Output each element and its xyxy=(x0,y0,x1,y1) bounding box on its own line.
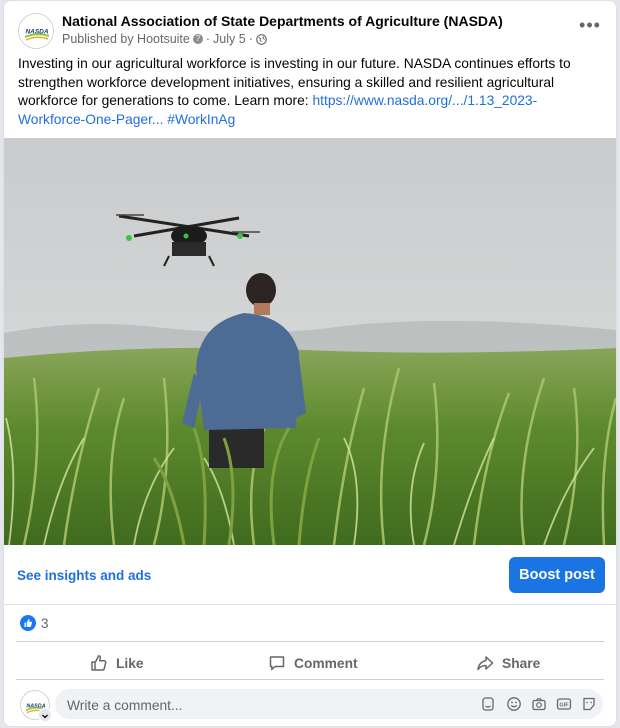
post-card: NASDA National Association of State Depa… xyxy=(3,0,617,727)
comment-input[interactable] xyxy=(65,689,469,721)
like-button[interactable]: Like xyxy=(90,649,144,677)
info-icon[interactable]: ? xyxy=(192,34,203,44)
see-insights-link[interactable]: See insights and ads xyxy=(17,568,151,583)
emoji-icon[interactable] xyxy=(506,696,522,712)
divider xyxy=(16,679,604,680)
post-date[interactable]: July 5 xyxy=(213,32,246,46)
post-text: Investing in our agricultural workforce … xyxy=(18,55,604,129)
comment-button[interactable]: Comment xyxy=(268,649,358,677)
share-label: Share xyxy=(502,655,541,671)
post-image[interactable] xyxy=(4,138,616,545)
like-reaction-icon[interactable] xyxy=(20,615,36,631)
meta-separator: · xyxy=(205,32,211,46)
share-icon xyxy=(477,656,494,671)
divider xyxy=(16,641,604,642)
share-button[interactable]: Share xyxy=(476,649,540,677)
chevron-down-icon[interactable] xyxy=(38,708,52,722)
divider xyxy=(4,604,616,605)
gif-icon[interactable]: GIF xyxy=(556,696,572,712)
avatar-sticker-icon[interactable] xyxy=(480,696,496,712)
post-meta: Published by Hootsuite ? · July 5 · xyxy=(62,32,267,46)
svg-text:GIF: GIF xyxy=(559,703,569,709)
like-label: Like xyxy=(116,655,144,671)
page-name-link[interactable]: National Association of State Department… xyxy=(62,13,503,29)
hashtag-link[interactable]: #WorkInAg xyxy=(167,112,235,127)
more-options-button[interactable]: ••• xyxy=(578,15,602,39)
page-avatar[interactable]: NASDA xyxy=(18,13,54,49)
comment-label: Comment xyxy=(294,655,358,671)
comment-icon xyxy=(269,656,285,671)
reaction-count[interactable]: 3 xyxy=(41,616,49,631)
meta-separator: · xyxy=(248,32,253,46)
thumbs-up-icon xyxy=(91,655,107,671)
globe-icon[interactable] xyxy=(256,33,267,45)
boost-post-button[interactable]: Boost post xyxy=(509,557,605,593)
sticker-icon[interactable] xyxy=(581,696,597,712)
publisher-label: Published by Hootsuite xyxy=(62,32,190,46)
camera-icon[interactable] xyxy=(531,696,547,712)
comment-composer: GIF xyxy=(55,689,603,721)
